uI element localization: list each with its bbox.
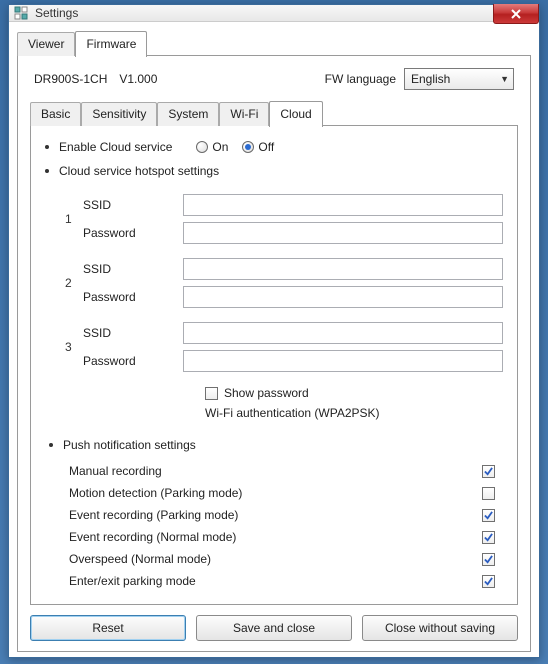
push-check-event-parking[interactable] [482,509,495,522]
tab-basic[interactable]: Basic [30,102,81,126]
push-item-overspeed: Overspeed (Normal mode) [69,548,503,570]
hotspot-heading: Cloud service hotspot settings [59,164,219,178]
chevron-down-icon: ▼ [500,74,509,84]
hotspot-3-password-input[interactable] [183,350,503,372]
hotspot-1: 1 SSID Password [65,194,503,250]
cloud-on-radio[interactable]: On [196,140,228,154]
fw-language-label: FW language [325,72,396,86]
info-row: DR900S-1CH V1.000 FW language English ▼ [34,68,514,90]
hotspot-1-password-label: Password [83,226,183,240]
app-icon [13,5,29,21]
client-area: Viewer Firmware DR900S-1CH V1.000 FW lan… [9,22,539,660]
show-password-label: Show password [224,386,309,400]
cloud-off-label: Off [258,140,274,154]
push-label: Enter/exit parking mode [69,574,196,588]
inner-tabstrip: Basic Sensitivity System Wi-Fi Cloud [30,100,518,126]
hotspot-3-ssid-input[interactable] [183,322,503,344]
push-item-event-normal: Event recording (Normal mode) [69,526,503,548]
fw-language-value: English [411,72,450,86]
push-item-manual: Manual recording [69,460,503,482]
inner-tabpanel-cloud: Enable Cloud service On Off [30,125,518,605]
push-label: Event recording (Parking mode) [69,508,238,522]
version-label: V1.000 [119,72,157,86]
push-block: Push notification settings Manual record… [49,436,503,592]
hotspot-1-ssid-label: SSID [83,198,183,212]
tab-cloud[interactable]: Cloud [269,101,322,127]
hotspot-3-num: 3 [65,322,83,354]
hotspot-1-num: 1 [65,194,83,226]
model-label: DR900S-1CH [34,72,107,86]
push-check-overspeed[interactable] [482,553,495,566]
hotspot-3-password-label: Password [83,354,183,368]
tab-sensitivity[interactable]: Sensitivity [81,102,157,126]
bullet-icon [45,169,49,173]
tab-wifi[interactable]: Wi-Fi [219,102,269,126]
push-heading-row: Push notification settings [49,438,503,452]
outer-tabstrip: Viewer Firmware [17,30,531,56]
save-button[interactable]: Save and close [196,615,352,641]
push-item-parking-mode: Enter/exit parking mode [69,570,503,592]
hotspot-heading-row: Cloud service hotspot settings [45,164,503,178]
settings-window: Settings Viewer Firmware DR900S-1CH V1.0… [8,4,540,658]
push-label: Event recording (Normal mode) [69,530,236,544]
push-item-event-parking: Event recording (Parking mode) [69,504,503,526]
push-list: Manual recording Motion detection (Parki… [69,460,503,592]
push-label: Overspeed (Normal mode) [69,552,211,566]
outer-tabpanel: DR900S-1CH V1.000 FW language English ▼ … [17,55,531,652]
hotspot-2-password-input[interactable] [183,286,503,308]
cloud-on-label: On [212,140,228,154]
push-check-event-normal[interactable] [482,531,495,544]
window-title: Settings [35,6,78,20]
wifi-auth-note: Wi-Fi authentication (WPA2PSK) [205,406,503,420]
bullet-icon [45,145,49,149]
push-check-manual[interactable] [482,465,495,478]
titlebar[interactable]: Settings [9,5,539,22]
enable-cloud-row: Enable Cloud service On Off [45,140,503,154]
enable-cloud-label: Enable Cloud service [59,140,172,154]
close-without-saving-button[interactable]: Close without saving [362,615,518,641]
hotspot-2-num: 2 [65,258,83,290]
cloud-off-radio[interactable]: Off [242,140,274,154]
push-label: Manual recording [69,464,162,478]
push-item-motion: Motion detection (Parking mode) [69,482,503,504]
close-icon [510,8,522,20]
hotspot-list: 1 SSID Password [65,194,503,420]
hotspot-2-password-label: Password [83,290,183,304]
show-password-checkbox[interactable] [205,387,218,400]
fw-language-select[interactable]: English ▼ [404,68,514,90]
hotspot-1-ssid-input[interactable] [183,194,503,216]
hotspot-2: 2 SSID Password [65,258,503,314]
hotspot-1-password-input[interactable] [183,222,503,244]
reset-button[interactable]: Reset [30,615,186,641]
hotspot-3-ssid-label: SSID [83,326,183,340]
push-heading: Push notification settings [63,438,196,452]
tab-system[interactable]: System [157,102,219,126]
bullet-icon [49,443,53,447]
push-label: Motion detection (Parking mode) [69,486,242,500]
tab-viewer[interactable]: Viewer [17,32,75,56]
tab-firmware[interactable]: Firmware [75,31,147,57]
hotspot-3: 3 SSID Password [65,322,503,378]
push-check-parking-mode[interactable] [482,575,495,588]
button-row: Reset Save and close Close without savin… [30,615,518,641]
hotspot-2-ssid-input[interactable] [183,258,503,280]
close-button[interactable] [493,4,539,24]
hotspot-2-ssid-label: SSID [83,262,183,276]
show-password-checkbox-row[interactable]: Show password [205,386,503,400]
push-check-motion[interactable] [482,487,495,500]
